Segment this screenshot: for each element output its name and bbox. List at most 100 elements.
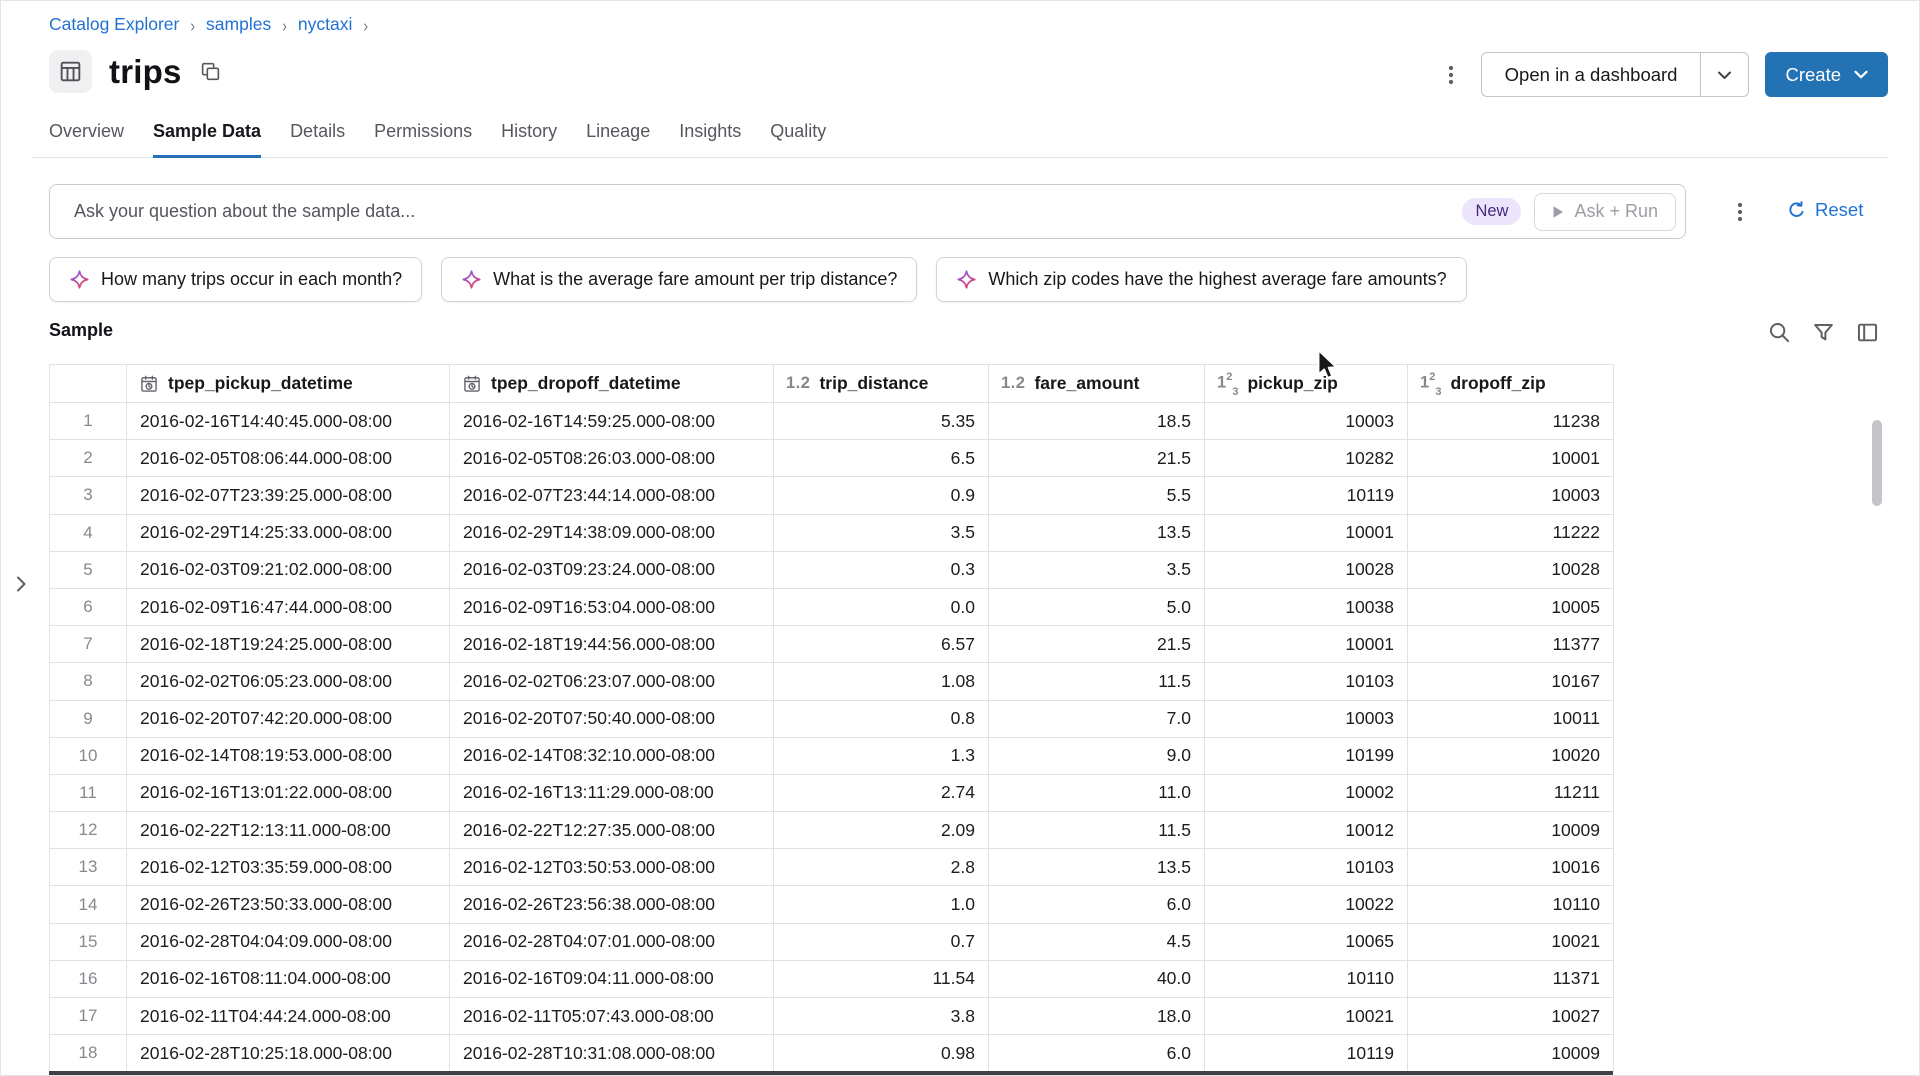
table-cell: 2016-02-29T14:25:33.000-08:00 <box>127 514 450 551</box>
table-cell: 6.0 <box>989 886 1205 923</box>
play-icon <box>1552 205 1564 219</box>
table-row: 152016-02-28T04:04:09.000-08:002016-02-2… <box>50 923 1614 960</box>
expand-sidebar-button[interactable] <box>5 566 37 602</box>
table-cell: 10103 <box>1205 663 1408 700</box>
table-row: 182016-02-28T10:25:18.000-08:002016-02-2… <box>50 1035 1614 1072</box>
column-header-trip_distance: 1.2trip_distance <box>774 365 989 403</box>
table-cell: 11222 <box>1408 514 1614 551</box>
reset-button[interactable]: Reset <box>1786 199 1863 221</box>
column-header-pickup_zip: 123pickup_zip <box>1205 365 1408 403</box>
table-row: 12016-02-16T14:40:45.000-08:002016-02-16… <box>50 403 1614 440</box>
table-cell: 10119 <box>1205 1035 1408 1072</box>
sample-heading: Sample <box>49 320 113 341</box>
tab-history[interactable]: History <box>501 121 557 158</box>
table-cell: 40.0 <box>989 960 1205 997</box>
tabs: Overview Sample Data Details Permissions His… <box>49 121 826 158</box>
ask-question-input[interactable] <box>50 185 1462 238</box>
row-number-header <box>50 365 127 403</box>
table-cell: 2016-02-03T09:23:24.000-08:00 <box>450 551 774 588</box>
ask-run-button[interactable]: Ask + Run <box>1534 193 1676 231</box>
table-cell: 5.0 <box>989 588 1205 625</box>
row-number: 15 <box>50 923 127 960</box>
column-header-fare_amount: 1.2fare_amount <box>989 365 1205 403</box>
table-entity-icon <box>49 50 92 93</box>
table-cell: 2016-02-11T04:44:24.000-08:00 <box>127 998 450 1035</box>
table-row: 172016-02-11T04:44:24.000-08:002016-02-1… <box>50 998 1614 1035</box>
table-cell: 6.5 <box>774 440 989 477</box>
breadcrumb-link-nyctaxi[interactable]: nyctaxi <box>298 14 352 35</box>
search-icon <box>1767 320 1792 345</box>
table-cell: 10001 <box>1205 626 1408 663</box>
table-cell: 2016-02-07T23:39:25.000-08:00 <box>127 477 450 514</box>
chevron-down-icon <box>1854 70 1868 79</box>
table-cell: 18.5 <box>989 403 1205 440</box>
column-header-tpep_dropoff_datetime: tpep_dropoff_datetime <box>450 365 774 403</box>
table-cell: 10021 <box>1408 923 1614 960</box>
table-cell: 10016 <box>1408 849 1614 886</box>
table-cell: 2016-02-02T06:23:07.000-08:00 <box>450 663 774 700</box>
column-label: fare_amount <box>1034 373 1139 394</box>
copy-name-button[interactable] <box>199 60 222 83</box>
table-row: 112016-02-16T13:01:22.000-08:002016-02-1… <box>50 774 1614 811</box>
integer-type-icon: 123 <box>1420 372 1441 395</box>
table-cell: 10011 <box>1408 700 1614 737</box>
row-number: 9 <box>50 700 127 737</box>
table-cell: 10028 <box>1205 551 1408 588</box>
table-row: 72016-02-18T19:24:25.000-08:002016-02-18… <box>50 626 1614 663</box>
table-cell: 10021 <box>1205 998 1408 1035</box>
side-panel-icon <box>1855 320 1880 345</box>
new-badge: New <box>1462 198 1521 225</box>
create-button[interactable]: Create <box>1765 52 1888 97</box>
open-in-dashboard-dropdown[interactable] <box>1700 53 1748 96</box>
tab-quality[interactable]: Quality <box>770 121 826 158</box>
tab-permissions[interactable]: Permissions <box>374 121 472 158</box>
open-in-dashboard-button[interactable]: Open in a dashboard <box>1482 53 1701 96</box>
table-cell: 2016-02-22T12:13:11.000-08:00 <box>127 812 450 849</box>
table-cell: 4.5 <box>989 923 1205 960</box>
table-cell: 10009 <box>1408 812 1614 849</box>
table-cell: 2016-02-16T14:59:25.000-08:00 <box>450 403 774 440</box>
table-cell: 2016-02-05T08:06:44.000-08:00 <box>127 440 450 477</box>
table-cell: 2016-02-28T04:07:01.000-08:00 <box>450 923 774 960</box>
filter-button[interactable] <box>1810 319 1837 346</box>
suggestion-chips: How many trips occur in each month? What… <box>49 257 1467 302</box>
table-cell: 10065 <box>1205 923 1408 960</box>
row-number: 14 <box>50 886 127 923</box>
tab-insights[interactable]: Insights <box>679 121 741 158</box>
table-cell: 11371 <box>1408 960 1614 997</box>
table-cell: 10199 <box>1205 737 1408 774</box>
suggestion-chip[interactable]: What is the average fare amount per trip… <box>441 257 917 302</box>
breadcrumb-link-samples[interactable]: samples <box>206 14 271 35</box>
tab-details[interactable]: Details <box>290 121 345 158</box>
table-cell: 11.54 <box>774 960 989 997</box>
search-button[interactable] <box>1766 319 1793 346</box>
side-panel-button[interactable] <box>1854 319 1881 346</box>
table-cell: 11377 <box>1408 626 1614 663</box>
datetime-type-icon <box>139 374 159 394</box>
table-cell: 2016-02-02T06:05:23.000-08:00 <box>127 663 450 700</box>
row-number: 17 <box>50 998 127 1035</box>
table-cell: 2016-02-09T16:47:44.000-08:00 <box>127 588 450 625</box>
breadcrumb: Catalog Explorer›samples›nyctaxi› <box>49 14 368 35</box>
ask-overflow-menu-button[interactable] <box>1726 192 1754 232</box>
table-row: 132016-02-12T03:35:59.000-08:002016-02-1… <box>50 849 1614 886</box>
breadcrumb-link-catalog-explorer[interactable]: Catalog Explorer <box>49 14 179 35</box>
row-number: 5 <box>50 551 127 588</box>
table-row: 42016-02-29T14:25:33.000-08:002016-02-29… <box>50 514 1614 551</box>
page-overflow-menu-button[interactable] <box>1437 55 1465 95</box>
page-title: trips <box>109 53 182 91</box>
table-cell: 10028 <box>1408 551 1614 588</box>
suggestion-chip[interactable]: Which zip codes have the highest average… <box>936 257 1466 302</box>
column-label: tpep_dropoff_datetime <box>491 373 681 394</box>
row-number: 4 <box>50 514 127 551</box>
sparkle-icon <box>69 269 90 290</box>
suggestion-chip[interactable]: How many trips occur in each month? <box>49 257 422 302</box>
table-cell: 13.5 <box>989 514 1205 551</box>
tab-sample-data[interactable]: Sample Data <box>153 121 261 158</box>
vertical-scrollbar-thumb[interactable] <box>1872 420 1882 506</box>
table-cell: 0.9 <box>774 477 989 514</box>
table-cell: 10282 <box>1205 440 1408 477</box>
tab-overview[interactable]: Overview <box>49 121 124 158</box>
tab-lineage[interactable]: Lineage <box>586 121 650 158</box>
table-cell: 10001 <box>1205 514 1408 551</box>
